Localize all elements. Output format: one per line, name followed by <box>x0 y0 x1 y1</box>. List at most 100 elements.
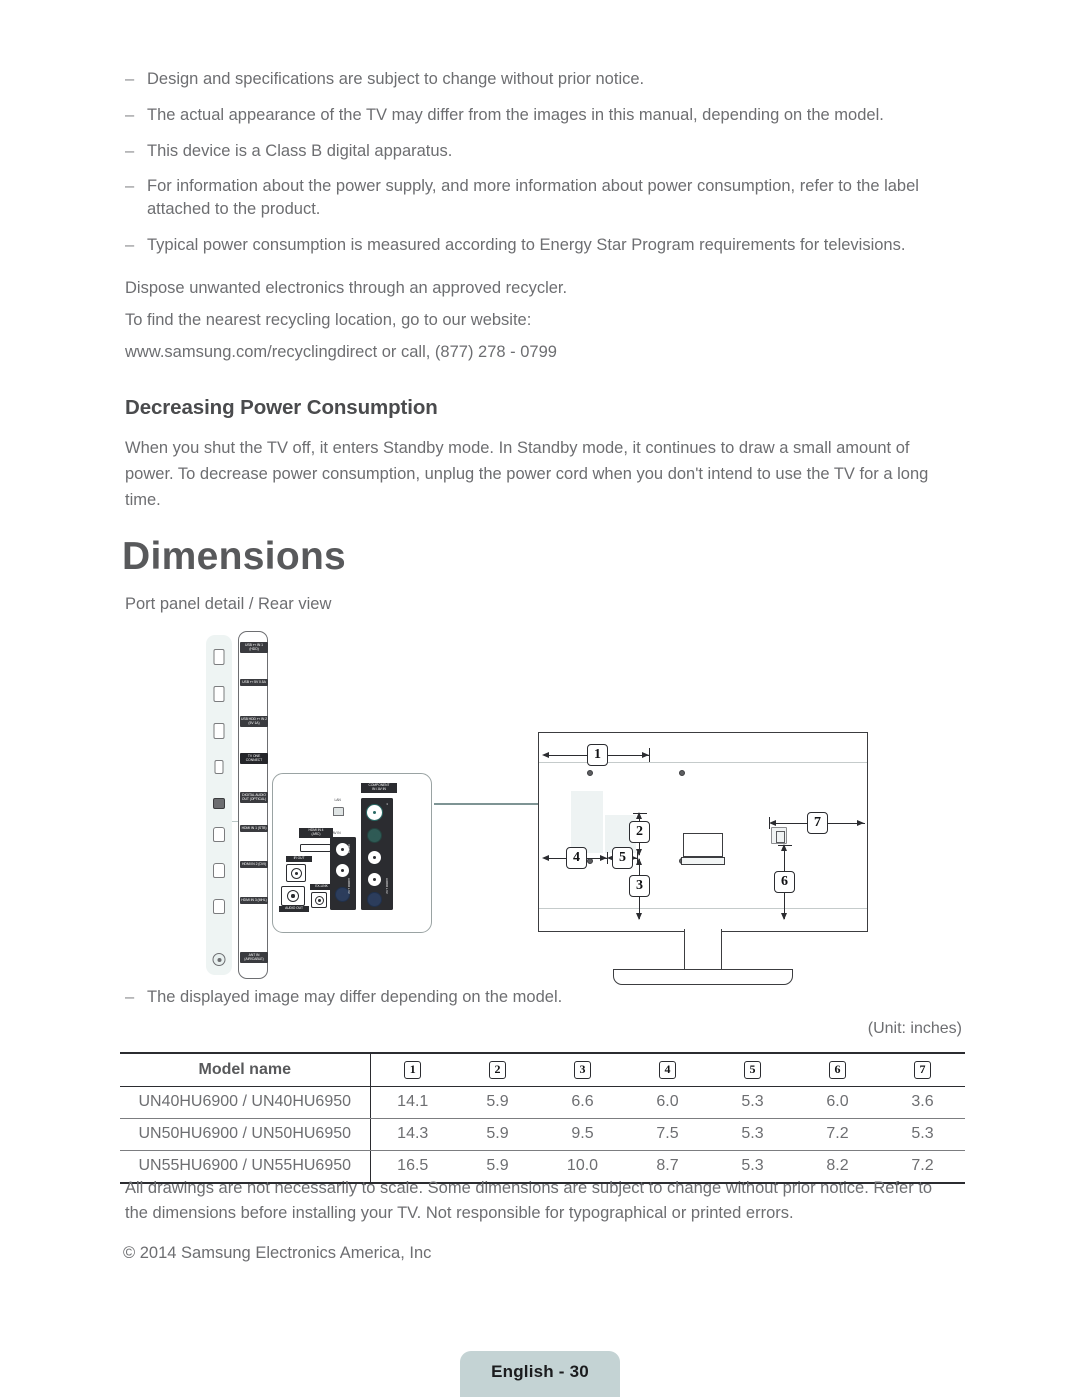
port-detail-panel: LAN HDMI IN 4 (ARC) IR OUT AUDIO OUT EX-… <box>272 773 432 933</box>
callout-marker: 2 <box>629 821 650 843</box>
page-title: Dimensions <box>122 535 347 579</box>
page-number-badge: English - 30 <box>460 1351 620 1397</box>
dim-tick <box>633 813 647 815</box>
component-side-label: Y <box>385 803 389 805</box>
callout-marker: 3 <box>629 875 650 897</box>
dim-tick <box>607 852 609 864</box>
hdmi-port-icon <box>213 899 225 914</box>
cell-value: 9.5 <box>540 1118 625 1151</box>
one-connect-port-icon <box>214 760 224 774</box>
component-y-jack-icon <box>366 804 383 821</box>
av-in-strip <box>330 837 356 910</box>
column-header-model: Model name <box>120 1052 371 1087</box>
hdmi4-label: HDMI IN 4 (ARC) <box>299 828 333 838</box>
vesa-hole-icon <box>587 770 593 776</box>
av-in-side-label: AUDIO L / R <box>347 878 351 894</box>
cell-value: 6.0 <box>625 1086 710 1119</box>
arrow-icon <box>600 855 607 861</box>
table-row: UN50HU6900 / UN50HU6950 14.3 5.9 9.5 7.5… <box>120 1118 965 1151</box>
callout-marker: 7 <box>914 1061 931 1079</box>
component-audio-r-jack-icon <box>367 872 382 887</box>
antenna-port-icon <box>212 953 226 966</box>
stand-mount-plate-lower <box>681 857 725 865</box>
callout-marker: 6 <box>829 1061 846 1079</box>
callout-marker: 7 <box>807 812 828 834</box>
list-item: – This device is a Class B digital appar… <box>125 140 945 163</box>
dash-marker: – <box>125 177 135 196</box>
cell-model: UN50HU6900 / UN50HU6950 <box>120 1118 371 1151</box>
callout-marker: 4 <box>659 1061 676 1079</box>
callout-marker: 1 <box>587 744 608 766</box>
usb-port-icon <box>213 686 225 702</box>
av-in-side-label: VIDEO <box>347 844 351 853</box>
cell-value: 14.1 <box>370 1086 455 1119</box>
power-section-body: When you shut the TV off, it enters Stan… <box>125 439 929 510</box>
cell-value: 3.6 <box>880 1086 965 1119</box>
copyright-text: © 2014 Samsung Electronics America, Inc <box>123 1244 432 1262</box>
jack-icon <box>287 890 299 902</box>
lan-label: LAN <box>334 798 341 802</box>
dash-marker: – <box>125 141 135 160</box>
disclaimer-text: All drawings are not necessarily to scal… <box>125 1179 933 1223</box>
port-label: HDMI IN 1 (STB) <box>240 825 268 832</box>
ex-link-jack-icon <box>311 892 327 908</box>
dim-tick <box>649 748 651 762</box>
port-label-column: USB ⊷ IN 1 (HDD) USB ⊷ 5V 0.5A USB HDD ⊷… <box>238 631 268 979</box>
cell-value: 6.0 <box>795 1086 880 1119</box>
side-port-strip <box>206 635 232 975</box>
tv-rear-view: 1 2 3 4 5 6 7 <box>538 732 868 985</box>
arrow-icon <box>781 913 787 920</box>
note-text: Design and specifications are subject to… <box>147 70 645 88</box>
arrow-icon <box>857 820 864 826</box>
port-label: HDMI IN 2 (DVI) <box>240 861 268 868</box>
cell-model: UN40HU6900 / UN40HU6950 <box>120 1086 371 1119</box>
recycling-line-1: Dispose unwanted electronics through an … <box>125 279 568 297</box>
recycling-line-2: To find the nearest recycling location, … <box>125 311 532 330</box>
port-label: ANT IN (AIR/CABLE) <box>240 952 268 963</box>
column-header-4: 4 <box>625 1052 710 1087</box>
dim-tick <box>769 817 771 829</box>
callout-marker: 6 <box>774 871 795 893</box>
ir-out-jack-icon <box>286 864 306 882</box>
dimensions-diagram: USB ⊷ IN 1 (HDD) USB ⊷ 5V 0.5A USB HDD ⊷… <box>0 625 1080 985</box>
port-label: USB ⊷ 5V 0.5A <box>240 679 268 686</box>
stand-mount-plate <box>683 833 723 857</box>
cell-value: 7.5 <box>625 1118 710 1151</box>
component-side-label: AUDIO L / R <box>385 878 389 894</box>
hdmi-port-icon <box>213 863 225 878</box>
usb-port-icon <box>213 723 225 739</box>
notes-list: – Design and specifications are subject … <box>125 68 945 270</box>
page-title-text: Dimensions <box>122 535 347 578</box>
cell-value: 5.3 <box>880 1118 965 1151</box>
tv-bottom-band <box>539 907 867 909</box>
list-item: – Design and specifications are subject … <box>125 68 945 91</box>
jack-icon <box>315 896 324 905</box>
dim-tick <box>778 845 792 847</box>
dimensions-table: Model name 1 2 3 4 5 6 7 UN40HU6900 / UN… <box>120 1052 965 1184</box>
note-text: The actual appearance of the TV may diff… <box>147 105 884 124</box>
cell-value: 5.9 <box>455 1086 540 1119</box>
stand-base <box>613 969 793 985</box>
callout-marker: 3 <box>574 1061 591 1079</box>
column-header-2: 2 <box>455 1052 540 1087</box>
port-label: DIGITAL AUDIO OUT (OPTICAL) <box>240 792 268 803</box>
arrow-icon <box>542 752 549 758</box>
cell-value: 5.3 <box>710 1086 795 1119</box>
arrow-icon <box>642 752 649 758</box>
cell-value: 5.3 <box>710 1118 795 1151</box>
dash-marker: – <box>125 70 135 88</box>
pointer-line <box>434 803 550 805</box>
list-item: – The actual appearance of the TV may di… <box>125 104 945 127</box>
power-section-heading: Decreasing Power Consumption <box>125 396 438 419</box>
dim-tick <box>637 852 639 864</box>
ir-out-label: IR OUT <box>286 856 312 862</box>
audio-out-jack-icon <box>281 886 305 906</box>
list-item: – For information about the power supply… <box>125 175 945 221</box>
callout-marker: 4 <box>566 847 587 869</box>
callout-marker: 5 <box>744 1061 761 1079</box>
callout-marker: 2 <box>489 1061 506 1079</box>
diagram-caption: Port panel detail / Rear view <box>125 595 332 613</box>
hdmi-port-icon <box>300 844 331 852</box>
audio-out-label: AUDIO OUT <box>279 906 309 912</box>
cell-value: 5.9 <box>455 1118 540 1151</box>
